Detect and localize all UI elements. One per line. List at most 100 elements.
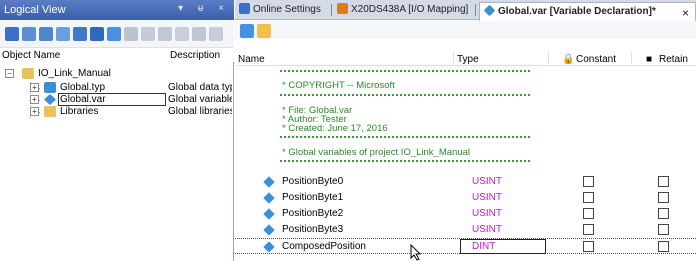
disabled-tool-icon (175, 27, 189, 41)
disabled-tool-icon (124, 27, 138, 41)
tree-item-description: Global variable (168, 94, 232, 105)
tab-label: Online Settings (253, 4, 321, 15)
logical-view-toolbar (0, 20, 234, 48)
editor-tab-strip: Online Settings X20DS438A [I/O Mapping] … (235, 0, 696, 21)
disabled-tool-icon (209, 27, 223, 41)
retain-checkbox[interactable] (658, 208, 669, 219)
logical-view-title: Logical View (4, 4, 66, 16)
tree-item-global-var[interactable]: + Global.var Global variable (0, 93, 234, 106)
variable-icon (44, 94, 56, 105)
variable-name[interactable]: ComposedPosition (282, 241, 366, 252)
column-type[interactable]: Type (457, 54, 479, 65)
disabled-tool-icon (141, 27, 155, 41)
column-divider (548, 52, 549, 64)
variable-name[interactable]: PositionByte2 (282, 208, 343, 219)
variable-row[interactable]: PositionByte0 USINT (235, 174, 696, 190)
tree-item-label: IO_Link_Manual (38, 68, 111, 79)
comment-line: * COPYRIGHT -- Microsoft (282, 80, 395, 91)
constant-checkbox[interactable] (583, 176, 594, 187)
data-type-icon (44, 82, 56, 93)
column-retain[interactable]: Retain (659, 54, 688, 65)
expand-icon[interactable]: + (30, 83, 39, 92)
add-variable-icon[interactable] (240, 24, 254, 38)
logical-view-pane: Logical View ▾ ᵾ × Object Name Descripti… (0, 0, 234, 261)
variable-name[interactable]: PositionByte1 (282, 192, 343, 203)
retain-checkbox[interactable] (658, 192, 669, 203)
tree-item-libraries[interactable]: + Libraries Global libraries (0, 106, 234, 118)
tree-item-project[interactable]: − IO_Link_Manual (0, 68, 234, 80)
tab-online-settings[interactable]: Online Settings (239, 3, 321, 20)
editor-toolbar (235, 21, 696, 39)
list-icon[interactable] (56, 27, 70, 41)
view-icon[interactable] (22, 27, 36, 41)
variable-type[interactable]: USINT (472, 192, 502, 203)
column-divider (631, 52, 632, 64)
variable-icon (263, 241, 275, 253)
logical-view-column-header: Object Name Description (0, 48, 234, 62)
lock-icon: 🔒 (562, 54, 575, 65)
add-type-icon[interactable] (257, 24, 271, 38)
refresh-icon[interactable] (90, 27, 104, 41)
disabled-tool-icon (158, 27, 172, 41)
folder-icon (44, 106, 56, 117)
variable-type[interactable]: DINT (472, 241, 495, 252)
tab-global-var[interactable]: Global.var [Variable Declaration]* × (479, 2, 696, 21)
tab-separator (331, 4, 332, 16)
tree-item-description: Global data typ (168, 82, 232, 93)
variable-row[interactable]: PositionByte2 USINT (235, 206, 696, 222)
mouse-cursor-icon (410, 244, 422, 261)
comment-border (280, 70, 530, 72)
variable-type[interactable]: USINT (472, 176, 502, 187)
tree-item-label: Global.typ (60, 82, 106, 93)
comment-border (280, 136, 530, 138)
variable-row[interactable]: PositionByte1 USINT (235, 190, 696, 206)
column-constant[interactable]: Constant (576, 54, 616, 65)
variable-icon (263, 192, 275, 204)
variable-type[interactable]: USINT (472, 208, 502, 219)
tab-label: X20DS438A [I/O Mapping] (351, 4, 469, 15)
collapse-icon[interactable]: − (5, 69, 14, 78)
column-divider (453, 52, 454, 64)
retain-checkbox[interactable] (658, 224, 669, 235)
open-icon[interactable] (5, 27, 19, 41)
tab-label: Global.var [Variable Declaration]* (498, 6, 656, 17)
retain-icon: ■ (646, 54, 653, 65)
column-description[interactable]: Description (170, 50, 220, 61)
variable-row-selected[interactable]: ComposedPosition DINT (235, 238, 696, 254)
variable-icon (483, 4, 496, 17)
variable-type[interactable]: USINT (472, 224, 502, 235)
variable-icon (263, 208, 275, 220)
expand-icon[interactable]: + (30, 95, 39, 104)
constant-checkbox[interactable] (583, 192, 594, 203)
disabled-tool-icon (192, 27, 206, 41)
column-name[interactable]: Name (238, 54, 265, 65)
close-icon[interactable]: × (682, 6, 689, 20)
variable-icon (263, 224, 275, 236)
logical-view-titlebar: Logical View ▾ ᵾ × (0, 0, 234, 20)
variable-name[interactable]: PositionByte3 (282, 224, 343, 235)
variable-name[interactable]: PositionByte0 (282, 176, 343, 187)
tab-separator (475, 4, 476, 16)
variable-row[interactable]: PositionByte3 USINT (235, 222, 696, 238)
details-icon[interactable] (73, 27, 87, 41)
comment-border (280, 160, 530, 162)
tree-item-label: Libraries (60, 106, 99, 117)
editor-area: Online Settings X20DS438A [I/O Mapping] … (235, 0, 696, 261)
io-mapping-icon (337, 3, 348, 14)
tab-io-mapping[interactable]: X20DS438A [I/O Mapping] (337, 3, 468, 20)
comment-line: * Global variables of project IO_Link_Ma… (282, 147, 470, 158)
retain-checkbox[interactable] (658, 241, 669, 252)
column-object-name[interactable]: Object Name (2, 50, 60, 61)
variable-icon (263, 176, 275, 188)
grid-icon[interactable] (39, 27, 53, 41)
online-settings-icon (239, 3, 250, 14)
constant-checkbox[interactable] (583, 241, 594, 252)
constant-checkbox[interactable] (583, 224, 594, 235)
pane-window-controls[interactable]: ▾ ᵾ × (178, 3, 230, 14)
retain-checkbox[interactable] (658, 176, 669, 187)
constant-checkbox[interactable] (583, 208, 594, 219)
expand-icon[interactable]: + (30, 107, 39, 116)
project-folder-icon (22, 68, 34, 79)
selection-outline (58, 93, 166, 106)
add-icon[interactable] (107, 27, 121, 41)
